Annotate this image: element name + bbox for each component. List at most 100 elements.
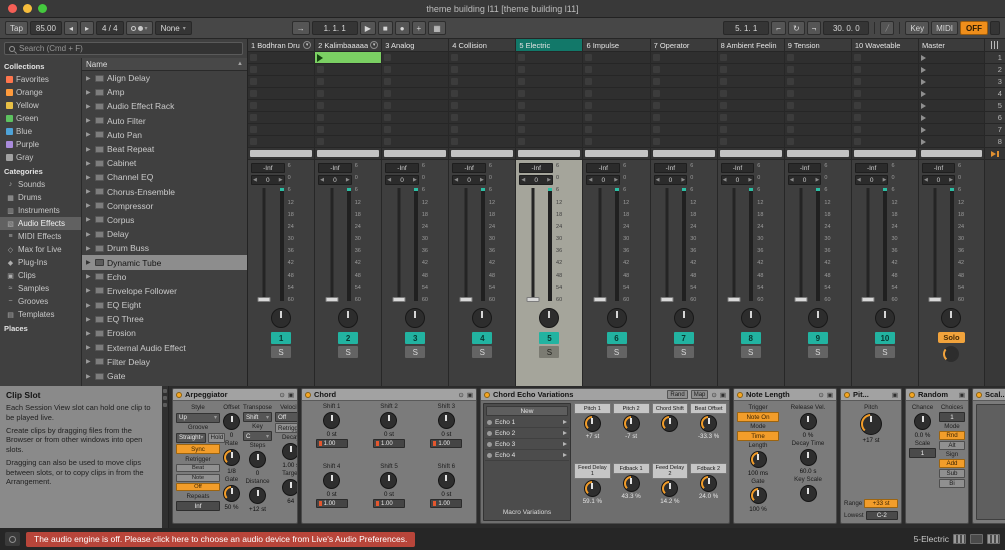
clip-slot[interactable]	[784, 112, 851, 124]
punch-out-button[interactable]: ¬	[806, 21, 822, 35]
device-header[interactable]: Chord ⊙ ▣	[302, 389, 476, 401]
track-activator-button[interactable]: 1	[271, 332, 292, 344]
track-header[interactable]: 1 Bodhran Dru ▾	[248, 39, 315, 52]
expand-arrow-icon[interactable]: ▶	[86, 89, 92, 96]
category-item[interactable]: ♪ Sounds	[0, 178, 81, 191]
decay-knob[interactable]	[282, 443, 297, 460]
clip-slot[interactable]	[516, 64, 583, 76]
category-item[interactable]: ◇ Max for Live	[0, 243, 81, 256]
clip-launch-icon[interactable]	[719, 90, 727, 97]
solo-button[interactable]: S	[472, 346, 493, 358]
clip-slot[interactable]	[851, 112, 918, 124]
clip-launch-icon[interactable]	[518, 138, 526, 145]
device-header[interactable]: Arpeggiator ⊙ ▣	[173, 389, 297, 401]
velocity-ratio-box[interactable]: 1.00	[315, 439, 348, 448]
macro-knob[interactable]	[583, 480, 601, 497]
track-delay-control[interactable]: ◀ 0 ▶	[653, 175, 688, 185]
clip-slot[interactable]	[315, 100, 382, 112]
pan-knob[interactable]	[740, 308, 761, 328]
arrow-left-icon[interactable]: ◀	[521, 177, 525, 183]
clip-stop-bar[interactable]	[853, 150, 916, 157]
macro-knob[interactable]	[622, 415, 640, 432]
clip-launch-icon[interactable]	[719, 114, 727, 121]
track-header[interactable]: 9 Tension	[784, 39, 851, 52]
clip-launch-icon[interactable]	[585, 138, 593, 145]
clip-launch-icon[interactable]	[719, 138, 727, 145]
arrow-left-icon[interactable]: ◀	[857, 177, 861, 183]
device-activator-led[interactable]	[305, 391, 311, 398]
expand-arrow-icon[interactable]: ▶	[86, 231, 92, 238]
arrangement-position-display[interactable]: 1. 1. 1	[311, 21, 358, 35]
clip-slot[interactable]	[248, 64, 315, 76]
length-knob[interactable]	[749, 451, 767, 468]
clip-slot[interactable]	[382, 88, 449, 100]
clip-launch-icon[interactable]	[719, 102, 727, 109]
track-activator-button[interactable]: 8	[740, 332, 761, 344]
clip-slot[interactable]	[315, 124, 382, 136]
clip-slot[interactable]	[248, 52, 315, 64]
window-close-button[interactable]	[8, 4, 17, 13]
solo-button[interactable]: S	[405, 346, 426, 358]
expand-arrow-icon[interactable]: ▶	[86, 302, 92, 309]
master-volume-fader[interactable]	[922, 188, 955, 303]
scale-value[interactable]: 1	[909, 448, 936, 458]
clip-stop-bar[interactable]	[250, 150, 313, 157]
track-activator-button[interactable]: 4	[472, 332, 493, 344]
collection-item[interactable]: Blue	[0, 125, 81, 138]
clip-launch-icon[interactable]	[786, 102, 794, 109]
clip-slot[interactable]	[516, 76, 583, 88]
lowest-value[interactable]: C-2	[865, 511, 898, 520]
range-value[interactable]: +33 st	[864, 499, 898, 508]
shift-knob[interactable]	[437, 472, 455, 489]
fader-handle[interactable]	[593, 297, 607, 302]
arrow-left-icon[interactable]: ◀	[454, 177, 458, 183]
clip-stop-bar[interactable]	[384, 150, 447, 157]
scene-launch-icon[interactable]	[920, 90, 926, 97]
repeats-value[interactable]: Inf	[176, 501, 220, 511]
clip-launch-icon[interactable]	[853, 114, 861, 121]
clip-slot[interactable]	[516, 124, 583, 136]
clip-slot[interactable]	[382, 76, 449, 88]
category-item[interactable]: ▤ Templates	[0, 308, 81, 321]
browser-device-row[interactable]: ▶ Amp	[82, 85, 247, 99]
clip-stop-button[interactable]	[583, 148, 650, 160]
scene-launch-icon[interactable]	[920, 114, 926, 121]
clip-stop-button[interactable]	[851, 148, 918, 160]
browser-device-row[interactable]: ▶ Envelope Follower	[82, 284, 247, 298]
pitch-knob[interactable]	[860, 413, 882, 435]
pan-knob[interactable]	[539, 308, 560, 328]
key-dropdown[interactable]: C ▾	[243, 431, 273, 441]
scene-number[interactable]: 6	[984, 112, 1005, 124]
clip-stop-bar[interactable]	[317, 150, 380, 157]
clip-slot[interactable]	[315, 52, 382, 64]
expand-arrow-icon[interactable]: ▶	[86, 202, 92, 209]
variation-launch-icon[interactable]	[563, 442, 567, 446]
clip-slot[interactable]	[449, 100, 516, 112]
volume-display[interactable]: -Inf	[519, 163, 554, 173]
macro-name-chip[interactable]: Fdback 1	[612, 463, 650, 474]
clip-slot[interactable]	[248, 124, 315, 136]
clip-slot[interactable]	[717, 100, 784, 112]
track-delay-control[interactable]: ◀ 0 ▶	[452, 175, 486, 185]
decay-time-knob[interactable]	[799, 449, 817, 466]
browser-device-row[interactable]: ▶ Compressor	[82, 199, 247, 213]
rand-button[interactable]: Rand	[667, 390, 688, 399]
midi-map-button[interactable]: MIDI	[931, 21, 958, 35]
hotswap-icon[interactable]: ⊙	[279, 391, 284, 399]
target-knob[interactable]	[282, 479, 297, 496]
clip-slot[interactable]	[717, 136, 784, 148]
clip-launch-icon[interactable]	[451, 90, 459, 97]
arrow-left-icon[interactable]: ◀	[588, 177, 592, 183]
clip-launch-icon[interactable]	[317, 90, 325, 97]
variation-launch-icon[interactable]	[563, 431, 567, 435]
track-header[interactable]: 4 Collision	[449, 39, 516, 52]
clip-launch-icon[interactable]	[384, 126, 392, 133]
solo-button[interactable]: S	[673, 346, 694, 358]
expand-arrow-icon[interactable]: ▶	[86, 75, 92, 82]
browser-device-row[interactable]: ▶ Audio Effect Rack	[82, 99, 247, 113]
clip-launch-icon[interactable]	[451, 126, 459, 133]
clip-launch-icon[interactable]	[719, 66, 727, 73]
loop-length-display[interactable]: 30. 0. 0	[823, 21, 870, 35]
macro-knob[interactable]	[661, 480, 679, 497]
volume-display[interactable]: -Inf	[452, 163, 486, 173]
